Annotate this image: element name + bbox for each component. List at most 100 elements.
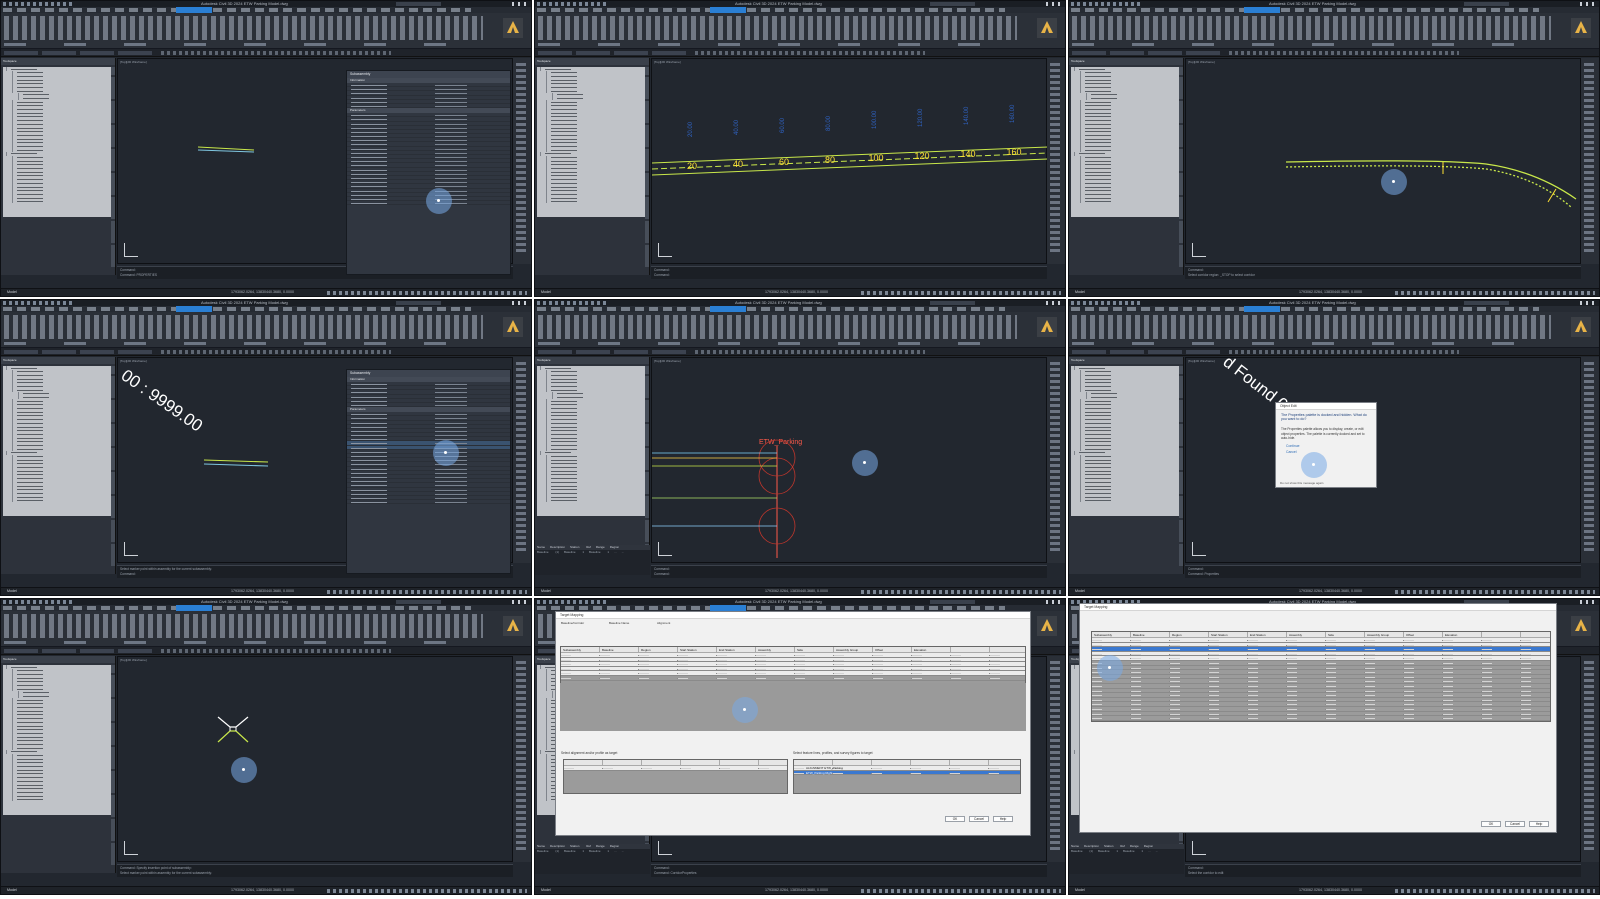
drawing-canvas[interactable]: d Found 0.0 <box>1186 358 1582 564</box>
ribbon-buttons[interactable] <box>538 315 1017 339</box>
property-row[interactable] <box>347 500 510 505</box>
quick-access-toolbar[interactable] <box>3 2 73 6</box>
search-box[interactable] <box>396 600 441 604</box>
target-row-selected[interactable]: ETW_Parking Right <box>794 770 1020 776</box>
command-line[interactable]: Command: Select the corridor to edit <box>1185 864 1581 877</box>
ribbon-tab-list[interactable] <box>1071 307 1539 311</box>
search-box[interactable] <box>930 600 975 604</box>
grid-column-header[interactable]: Subassembly <box>1094 633 1112 637</box>
grid-column-header[interactable]: End Station <box>719 648 735 652</box>
navigation-bar[interactable] <box>513 357 531 563</box>
assembly-baseline[interactable] <box>197 146 255 151</box>
drawing-viewport[interactable]: [Top][2D Wireframe] <box>117 656 513 862</box>
tree-item[interactable] <box>546 199 646 204</box>
status-toggles[interactable] <box>327 889 527 893</box>
cancel-option[interactable]: Cancel <box>1276 449 1376 455</box>
command-line[interactable]: Command: Command: <box>651 266 1047 279</box>
assembly-upper[interactable] <box>217 716 249 728</box>
grid-column-header[interactable]: Assembly Group <box>836 648 858 652</box>
layer-combos[interactable] <box>1072 350 1222 354</box>
navigation-bar[interactable] <box>1581 357 1599 563</box>
prospector-tree[interactable] <box>3 665 112 815</box>
grid-column-header[interactable]: Offset <box>1406 633 1414 637</box>
search-box[interactable] <box>396 301 441 305</box>
tree-item[interactable] <box>1080 199 1180 204</box>
quick-access-toolbar[interactable] <box>1071 2 1141 6</box>
grid-column-header[interactable]: Baseline <box>1133 633 1145 637</box>
properties-palette[interactable]: Subassembly Information Parameters <box>346 70 511 275</box>
grid-row[interactable] <box>1092 716 1550 721</box>
ribbon-buttons[interactable] <box>4 16 483 40</box>
drawing-viewport[interactable]: [Top][2D Wireframe] 20 20.00 40 40.00 60 60.0… <box>651 58 1048 264</box>
layer-combos[interactable] <box>538 350 688 354</box>
window-controls[interactable] <box>1580 301 1596 305</box>
quick-access-toolbar[interactable] <box>3 301 73 305</box>
ribbon-buttons[interactable] <box>4 614 483 638</box>
model-tab[interactable]: Model <box>541 589 551 593</box>
assembly-link[interactable] <box>197 149 255 153</box>
dialog-cancel-button[interactable]: Cancel <box>969 816 989 822</box>
prospector-tree[interactable] <box>3 366 112 516</box>
grid-column-header[interactable]: Assembly Group <box>1367 633 1389 637</box>
region-table-row[interactable]: Baseline (1) Baseline 1 Baseline 1...... <box>535 550 650 555</box>
window-controls[interactable] <box>1046 2 1062 6</box>
tree-item[interactable] <box>12 797 112 802</box>
property-toolbar[interactable] <box>695 51 925 55</box>
window-controls[interactable] <box>512 2 528 6</box>
window-controls[interactable] <box>512 600 528 604</box>
window-controls[interactable] <box>1580 600 1596 604</box>
grid-column-header[interactable]: Subassembly <box>563 648 581 652</box>
quick-access-toolbar[interactable] <box>537 600 607 604</box>
toolspace-vertical-tabs[interactable] <box>111 665 115 865</box>
property-toolbar[interactable] <box>161 649 391 653</box>
grid-column-header[interactable]: Start Station <box>680 648 697 652</box>
command-line[interactable]: Command: Select corridor region: _STOP t… <box>1185 266 1581 279</box>
prospector-tree[interactable] <box>1071 67 1180 217</box>
drawing-viewport[interactable]: [Top][2D Wireframe] <box>1185 58 1581 264</box>
grid-column-header[interactable]: Offset <box>875 648 883 652</box>
grid-column-header[interactable]: End Station <box>1250 633 1266 637</box>
quick-access-toolbar[interactable] <box>537 301 607 305</box>
window-controls[interactable] <box>1046 301 1062 305</box>
ribbon-tab-list[interactable] <box>537 606 1005 610</box>
tree-item[interactable] <box>12 199 112 204</box>
model-tab[interactable]: Model <box>7 589 17 593</box>
dont-show-checkbox[interactable]: Do not show this message again <box>1280 481 1323 485</box>
drawing-viewport[interactable]: [Top][2D Wireframe] ETW_Parking <box>651 357 1047 563</box>
dialog-help-button[interactable]: Help <box>1529 821 1549 827</box>
tree-item[interactable] <box>12 498 112 503</box>
dialog-ok-button[interactable]: OK <box>1481 821 1501 827</box>
toolspace-vertical-tabs[interactable] <box>1179 67 1183 267</box>
grid-column-header[interactable]: Side <box>1328 633 1334 637</box>
prospector-tree[interactable] <box>3 67 112 217</box>
ribbon-tab-list[interactable] <box>3 307 471 311</box>
toolspace-vertical-tabs[interactable] <box>111 366 115 566</box>
grid-column-header[interactable]: Region <box>1172 633 1182 637</box>
region-table[interactable]: Name Description Station Ref Range Region Bas… <box>535 844 650 874</box>
grid-column-header[interactable]: Elevation <box>914 648 926 652</box>
drawing-viewport[interactable]: [Top][2D Wireframe] d Found 0.0 <box>1185 357 1581 563</box>
grid-row[interactable] <box>564 766 787 771</box>
status-toggles[interactable] <box>1395 889 1595 893</box>
search-box[interactable] <box>1464 2 1509 6</box>
ribbon-tab-list[interactable] <box>537 307 1005 311</box>
tree-item[interactable] <box>1080 498 1180 503</box>
drawing-canvas[interactable]: ETW_Parking <box>652 358 1048 564</box>
search-box[interactable] <box>1464 301 1509 305</box>
property-toolbar[interactable] <box>695 350 925 354</box>
ribbon-buttons[interactable] <box>1072 315 1551 339</box>
grid-column-header[interactable]: Baseline <box>602 648 614 652</box>
model-tab[interactable]: Model <box>1075 888 1085 892</box>
status-toggles[interactable] <box>861 889 1061 893</box>
dialog-ok-button[interactable]: OK <box>945 816 965 822</box>
grid-column-header[interactable]: Elevation <box>1445 633 1457 637</box>
region-table-row[interactable]: Baseline (1) Baseline 1 Baseline 1...... <box>1069 849 1184 854</box>
grid-column-header[interactable]: Region <box>641 648 651 652</box>
region-table[interactable]: Name Description Station Ref Range Region Bas… <box>535 545 650 575</box>
navigation-bar[interactable] <box>1047 357 1065 563</box>
status-toggles[interactable] <box>1395 590 1595 594</box>
search-box[interactable] <box>930 301 975 305</box>
quick-access-toolbar[interactable] <box>3 600 73 604</box>
navigation-bar[interactable] <box>1047 656 1065 862</box>
ribbon-tab-list[interactable] <box>537 8 1005 12</box>
